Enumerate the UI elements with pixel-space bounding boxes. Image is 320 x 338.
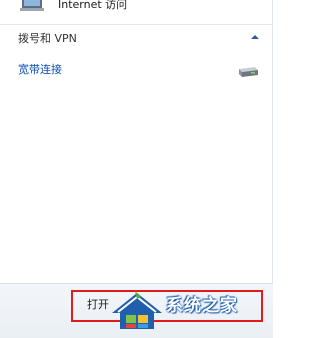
chevron-up-icon[interactable] — [251, 34, 259, 40]
broadband-connection-item[interactable]: 宽带连接 — [0, 58, 273, 84]
broadband-connection-label[interactable]: 宽带连接 — [18, 63, 62, 77]
watermark-text: 系统之家 — [166, 296, 238, 316]
internet-access-label: Internet 访问 — [58, 0, 128, 11]
internet-access-row[interactable]: Internet 访问 — [0, 0, 273, 20]
section-title: 拨号和 VPN — [18, 32, 77, 45]
network-connection-icon — [20, 0, 44, 11]
house-logo-icon — [112, 291, 162, 329]
dialup-vpn-section-header[interactable]: 拨号和 VPN — [0, 25, 273, 49]
network-flyout-panel: Internet 访问 拨号和 VPN 宽带连接 打开 系统之家 — [0, 0, 273, 338]
watermark: 系统之家 — [108, 285, 273, 337]
broadband-modem-icon — [239, 67, 258, 77]
open-network-center-link[interactable]: 打开 — [87, 298, 109, 312]
